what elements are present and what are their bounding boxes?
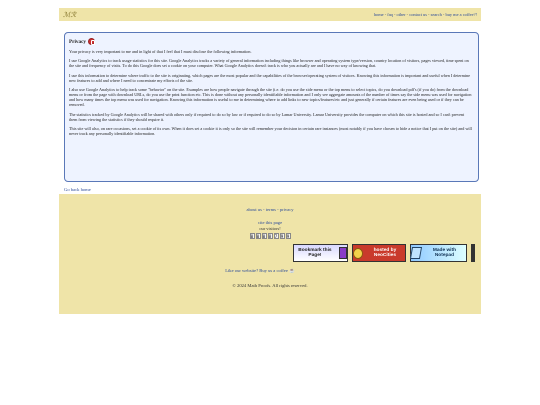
site-logo[interactable]: ℳℛ bbox=[63, 11, 76, 19]
bookmark-badge-label: Bookmark this Page! bbox=[298, 248, 332, 258]
top-nav: home - faq - other - contact us - search… bbox=[374, 12, 477, 17]
badge-row: Bookmark this Page! hosted by NeoCities … bbox=[59, 244, 481, 262]
privacy-card: Privacy Your privacy is very important t… bbox=[64, 32, 479, 182]
bookmark-icon bbox=[338, 247, 347, 259]
bookmark-badge[interactable]: Bookmark this Page! bbox=[293, 244, 348, 262]
go-back-home-link[interactable]: Go back home bbox=[64, 187, 481, 192]
neocities-badge[interactable]: hosted by NeoCities bbox=[352, 244, 406, 262]
counter-digit: 9 bbox=[279, 233, 285, 239]
counter-digit: 9 bbox=[285, 233, 291, 239]
cite-page-link[interactable]: cite this page bbox=[258, 220, 282, 225]
notepad-badge[interactable]: Made with Notepad bbox=[409, 244, 467, 262]
nav-contact[interactable]: contact us bbox=[409, 12, 427, 17]
visitors-label: our visitors! bbox=[259, 226, 281, 231]
nav-coffee[interactable]: buy me a coffee?! bbox=[446, 12, 478, 17]
counter-digit: 7 bbox=[273, 233, 279, 239]
privacy-title: Privacy bbox=[69, 38, 86, 45]
copyright: © 2024 Math Proofs. All rights reserved. bbox=[232, 283, 308, 288]
notepad-badge-label: Made with Notepad bbox=[432, 248, 457, 258]
coffee-link[interactable]: Like our website? Buy us a coffee bbox=[225, 268, 288, 273]
page-wrapper: ℳℛ home - faq - other - contact us - sea… bbox=[59, 8, 481, 314]
coffee-line[interactable]: Like our website? Buy us a coffee ☕ bbox=[59, 268, 481, 274]
notepad-icon bbox=[409, 247, 422, 259]
footer: about us - terms - privacy cite this pag… bbox=[59, 194, 481, 314]
cite-row: cite this page bbox=[59, 211, 481, 225]
neocities-badge-label: hosted by NeoCities bbox=[373, 248, 397, 258]
footer-links: about us - terms - privacy bbox=[59, 198, 481, 212]
counter-digit: 8 bbox=[267, 233, 273, 239]
coffee-icon: ☕ bbox=[289, 268, 295, 273]
privacy-paragraph: The statistics tracked by Google Analyti… bbox=[69, 111, 465, 122]
counter-digit: 0 bbox=[261, 233, 267, 239]
privacy-paragraph: I use this information to determine wher… bbox=[69, 72, 471, 83]
privacy-heading: Privacy bbox=[69, 38, 473, 45]
privacy-paragraph: I use Google Analytics to track usage st… bbox=[69, 58, 469, 69]
top-bar: ℳℛ home - faq - other - contact us - sea… bbox=[59, 8, 481, 21]
nav-search[interactable]: search bbox=[431, 12, 442, 17]
privacy-paragraph: Your privacy is very important to me and… bbox=[69, 49, 252, 54]
counter-digit: 0 bbox=[255, 233, 261, 239]
privacy-paragraph: This site will also, on rare occasions, … bbox=[69, 125, 472, 137]
counter-digit: 0 bbox=[249, 233, 255, 239]
visitor-counter: 0 0 0 8 7 9 9 bbox=[59, 233, 481, 239]
nav-other[interactable]: other bbox=[397, 12, 406, 17]
privacy-shield-icon bbox=[88, 38, 95, 45]
nav-home[interactable]: home bbox=[374, 12, 384, 17]
neocities-cat-icon bbox=[353, 247, 363, 259]
privacy-paragraph: I also use Google Analytics to help trac… bbox=[69, 87, 472, 108]
badge-edge bbox=[471, 244, 475, 262]
